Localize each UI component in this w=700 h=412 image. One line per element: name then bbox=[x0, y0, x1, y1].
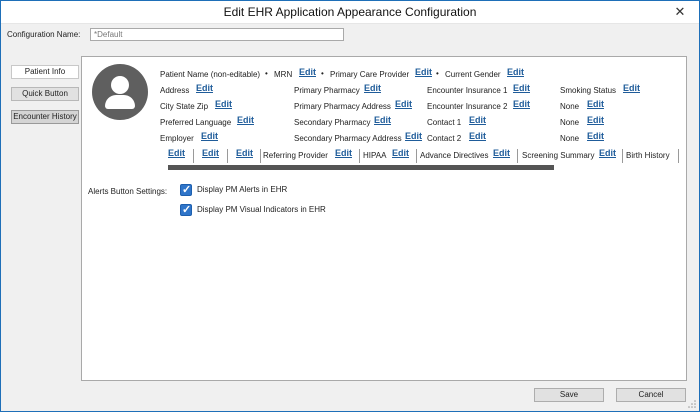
column-divider bbox=[416, 149, 417, 163]
edit-address-link[interactable]: Edit bbox=[196, 83, 213, 93]
field-none: None bbox=[560, 134, 580, 143]
resize-grip-icon[interactable] bbox=[688, 400, 696, 408]
title-bar: Edit EHR Application Appearance Configur… bbox=[1, 1, 699, 24]
field-birth-history: Birth History bbox=[626, 151, 670, 160]
field-preferred-language: Preferred Language bbox=[160, 118, 232, 127]
checkmark-icon: ✓ bbox=[182, 204, 192, 216]
edit-link[interactable]: Edit bbox=[202, 148, 219, 158]
bullet-separator: • bbox=[265, 69, 268, 78]
edit-employer-link[interactable]: Edit bbox=[201, 131, 218, 141]
edit-preferred-language-link[interactable]: Edit bbox=[237, 115, 254, 125]
save-button[interactable]: Save bbox=[534, 388, 604, 402]
edit-none-link[interactable]: Edit bbox=[587, 131, 604, 141]
field-primary-pharmacy: Primary Pharmacy bbox=[294, 86, 360, 95]
field-primary-pharmacy-address: Primary Pharmacy Address bbox=[294, 102, 391, 111]
field-patient-name: Patient Name (non-editable) bbox=[160, 70, 261, 79]
pm-visual-indicators-label: Display PM Visual Indicators in EHR bbox=[197, 205, 326, 214]
field-screening-summary: Screening Summary bbox=[522, 151, 595, 160]
edit-secondary-pharmacy-address-link[interactable]: Edit bbox=[405, 131, 422, 141]
tab-patient-info[interactable]: Patient Info bbox=[11, 65, 79, 79]
column-divider bbox=[678, 149, 679, 163]
field-encounter-insurance-1: Encounter Insurance 1 bbox=[427, 86, 508, 95]
edit-smoking-status-link[interactable]: Edit bbox=[623, 83, 640, 93]
field-employer: Employer bbox=[160, 134, 194, 143]
edit-none-link[interactable]: Edit bbox=[587, 115, 604, 125]
edit-contact-2-link[interactable]: Edit bbox=[469, 131, 486, 141]
field-referring-provider: Referring Provider bbox=[263, 151, 328, 160]
edit-link[interactable]: Edit bbox=[168, 148, 185, 158]
edit-secondary-pharmacy-link[interactable]: Edit bbox=[374, 115, 391, 125]
column-divider bbox=[260, 149, 261, 163]
field-current-gender: Current Gender bbox=[445, 70, 501, 79]
window-title: Edit EHR Application Appearance Configur… bbox=[223, 5, 477, 19]
pm-visual-indicators-checkbox[interactable]: ✓ bbox=[180, 204, 192, 216]
edit-primary-pharmacy-link[interactable]: Edit bbox=[364, 83, 381, 93]
field-address: Address bbox=[160, 86, 190, 95]
edit-hipaa-link[interactable]: Edit bbox=[392, 148, 409, 158]
close-icon[interactable]: ✕ bbox=[673, 5, 687, 19]
column-divider bbox=[193, 149, 194, 163]
tab-encounter-history[interactable]: Encounter History bbox=[11, 110, 79, 124]
edit-primary-pharmacy-address-link[interactable]: Edit bbox=[395, 99, 412, 109]
bullet-separator: • bbox=[436, 69, 439, 78]
field-smoking-status: Smoking Status bbox=[560, 86, 617, 95]
cancel-button[interactable]: Cancel bbox=[616, 388, 686, 402]
horizontal-scrollbar[interactable] bbox=[168, 165, 554, 170]
edit-mrn-link[interactable]: Edit bbox=[299, 67, 316, 77]
field-contact-2: Contact 2 bbox=[427, 134, 462, 143]
field-none: None bbox=[560, 102, 580, 111]
patient-info-panel: Patient Name (non-editable) • MRN Edit •… bbox=[81, 56, 687, 381]
field-primary-care-provider: Primary Care Provider bbox=[330, 70, 410, 79]
edit-screening-summary-link[interactable]: Edit bbox=[599, 148, 616, 158]
configuration-name-label: Configuration Name: bbox=[7, 30, 81, 39]
edit-referring-provider-link[interactable]: Edit bbox=[335, 148, 352, 158]
field-secondary-pharmacy-address: Secondary Pharmacy Address bbox=[294, 134, 402, 143]
configuration-name-input[interactable] bbox=[90, 28, 344, 41]
edit-advance-directives-link[interactable]: Edit bbox=[493, 148, 510, 158]
column-divider bbox=[227, 149, 228, 163]
column-divider bbox=[359, 149, 360, 163]
field-hipaa: HIPAA bbox=[363, 151, 387, 160]
edit-link[interactable]: Edit bbox=[236, 148, 253, 158]
edit-none-link[interactable]: Edit bbox=[587, 99, 604, 109]
edit-city-state-zip-link[interactable]: Edit bbox=[215, 99, 232, 109]
field-contact-1: Contact 1 bbox=[427, 118, 462, 127]
edit-encounter-insurance-1-link[interactable]: Edit bbox=[513, 83, 530, 93]
pm-alerts-label: Display PM Alerts in EHR bbox=[197, 185, 288, 194]
edit-current-gender-link[interactable]: Edit bbox=[507, 67, 524, 77]
field-advance-directives: Advance Directives bbox=[420, 151, 489, 160]
column-divider bbox=[622, 149, 623, 163]
edit-encounter-insurance-2-link[interactable]: Edit bbox=[513, 99, 530, 109]
dialog-window: Edit EHR Application Appearance Configur… bbox=[0, 0, 700, 412]
checkmark-icon: ✓ bbox=[182, 184, 192, 196]
field-none: None bbox=[560, 118, 580, 127]
edit-primary-care-provider-link[interactable]: Edit bbox=[415, 67, 432, 77]
alerts-settings-label: Alerts Button Settings: bbox=[88, 187, 168, 196]
tab-quick-button[interactable]: Quick Button bbox=[11, 87, 79, 101]
user-avatar-icon bbox=[92, 64, 148, 120]
bullet-separator: • bbox=[321, 69, 324, 78]
field-secondary-pharmacy: Secondary Pharmacy bbox=[294, 118, 371, 127]
field-city-state-zip: City State Zip bbox=[160, 102, 209, 111]
column-divider bbox=[517, 149, 518, 163]
field-mrn: MRN bbox=[274, 70, 293, 79]
pm-alerts-checkbox[interactable]: ✓ bbox=[180, 184, 192, 196]
field-encounter-insurance-2: Encounter Insurance 2 bbox=[427, 102, 508, 111]
edit-contact-1-link[interactable]: Edit bbox=[469, 115, 486, 125]
